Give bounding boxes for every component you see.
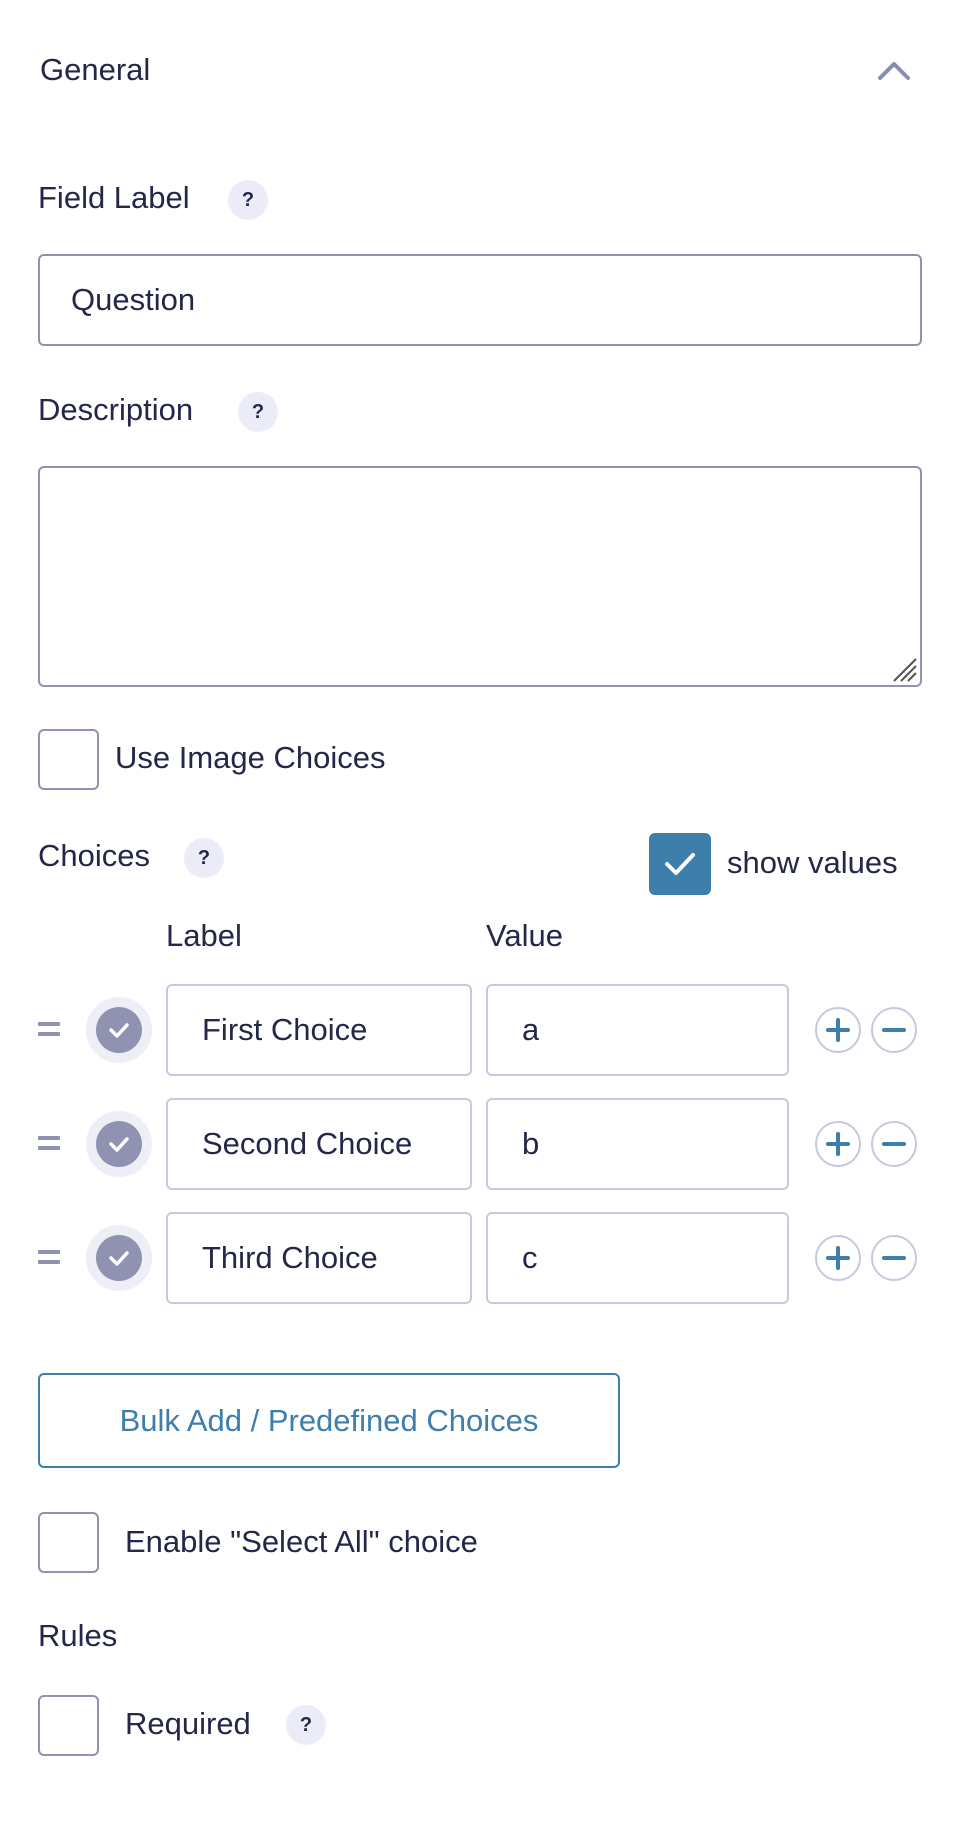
choice-label-input[interactable]: Second Choice xyxy=(166,1098,472,1190)
remove-choice-button[interactable] xyxy=(871,1121,917,1167)
choice-label-value: First Choice xyxy=(202,1012,368,1047)
choice-select-dot xyxy=(96,1121,142,1167)
description-help-icon[interactable]: ? xyxy=(238,392,278,432)
show-values-checkbox[interactable] xyxy=(649,833,711,895)
choice-select-toggle[interactable] xyxy=(86,1111,152,1177)
field-label-input[interactable]: Question xyxy=(38,254,922,346)
add-choice-button[interactable] xyxy=(815,1007,861,1053)
required-label: Required xyxy=(125,1706,251,1741)
check-icon xyxy=(109,1137,129,1152)
remove-choice-button[interactable] xyxy=(871,1235,917,1281)
choice-label-input[interactable]: Third Choice xyxy=(166,1212,472,1304)
choice-select-dot xyxy=(96,1235,142,1281)
bulk-add-predefined-choices-button[interactable]: Bulk Add / Predefined Choices xyxy=(38,1373,620,1468)
choice-value-value: c xyxy=(522,1240,538,1275)
choice-label-value: Third Choice xyxy=(202,1240,378,1275)
minus-icon xyxy=(882,1028,906,1032)
choices-label: Choices xyxy=(38,838,150,873)
minus-icon xyxy=(882,1142,906,1146)
choice-select-toggle[interactable] xyxy=(86,1225,152,1291)
resize-grip-icon[interactable] xyxy=(890,655,918,683)
section-title: General xyxy=(40,52,151,87)
description-textarea[interactable] xyxy=(38,466,922,687)
minus-icon xyxy=(882,1256,906,1260)
choices-help-icon[interactable]: ? xyxy=(184,838,224,878)
column-header-value: Value xyxy=(486,918,563,953)
enable-select-all-checkbox[interactable] xyxy=(38,1512,99,1573)
choice-value-input[interactable]: b xyxy=(486,1098,789,1190)
plus-icon xyxy=(826,1132,850,1156)
required-help-icon[interactable]: ? xyxy=(286,1705,326,1745)
plus-icon xyxy=(826,1246,850,1270)
choice-value-value: b xyxy=(522,1126,540,1161)
add-choice-button[interactable] xyxy=(815,1121,861,1167)
checkmark-icon xyxy=(665,853,695,875)
show-values-label: show values xyxy=(727,845,898,880)
choice-value-input[interactable]: c xyxy=(486,1212,789,1304)
choice-value-input[interactable]: a xyxy=(486,984,789,1076)
description-label: Description xyxy=(38,392,194,427)
choice-select-toggle[interactable] xyxy=(86,997,152,1063)
plus-icon xyxy=(826,1018,850,1042)
choice-value-value: a xyxy=(522,1012,540,1047)
drag-handle-icon[interactable] xyxy=(38,1136,60,1150)
field-label-input-value: Question xyxy=(71,282,196,317)
rules-title: Rules xyxy=(38,1618,118,1653)
add-choice-button[interactable] xyxy=(815,1235,861,1281)
required-checkbox[interactable] xyxy=(38,1695,99,1756)
drag-handle-icon[interactable] xyxy=(38,1250,60,1264)
use-image-choices-checkbox[interactable] xyxy=(38,729,99,790)
choice-label-value: Second Choice xyxy=(202,1126,413,1161)
check-icon xyxy=(109,1251,129,1266)
remove-choice-button[interactable] xyxy=(871,1007,917,1053)
field-label-help-icon[interactable]: ? xyxy=(228,180,268,220)
collapse-section-button[interactable] xyxy=(872,50,916,90)
use-image-choices-label: Use Image Choices xyxy=(115,740,386,775)
choice-select-dot xyxy=(96,1007,142,1053)
choice-label-input[interactable]: First Choice xyxy=(166,984,472,1076)
chevron-up-icon xyxy=(878,62,910,80)
field-label-label: Field Label xyxy=(38,180,190,215)
enable-select-all-label: Enable "Select All" choice xyxy=(125,1524,478,1559)
check-icon xyxy=(109,1023,129,1038)
column-header-label: Label xyxy=(166,918,242,953)
drag-handle-icon[interactable] xyxy=(38,1022,60,1036)
